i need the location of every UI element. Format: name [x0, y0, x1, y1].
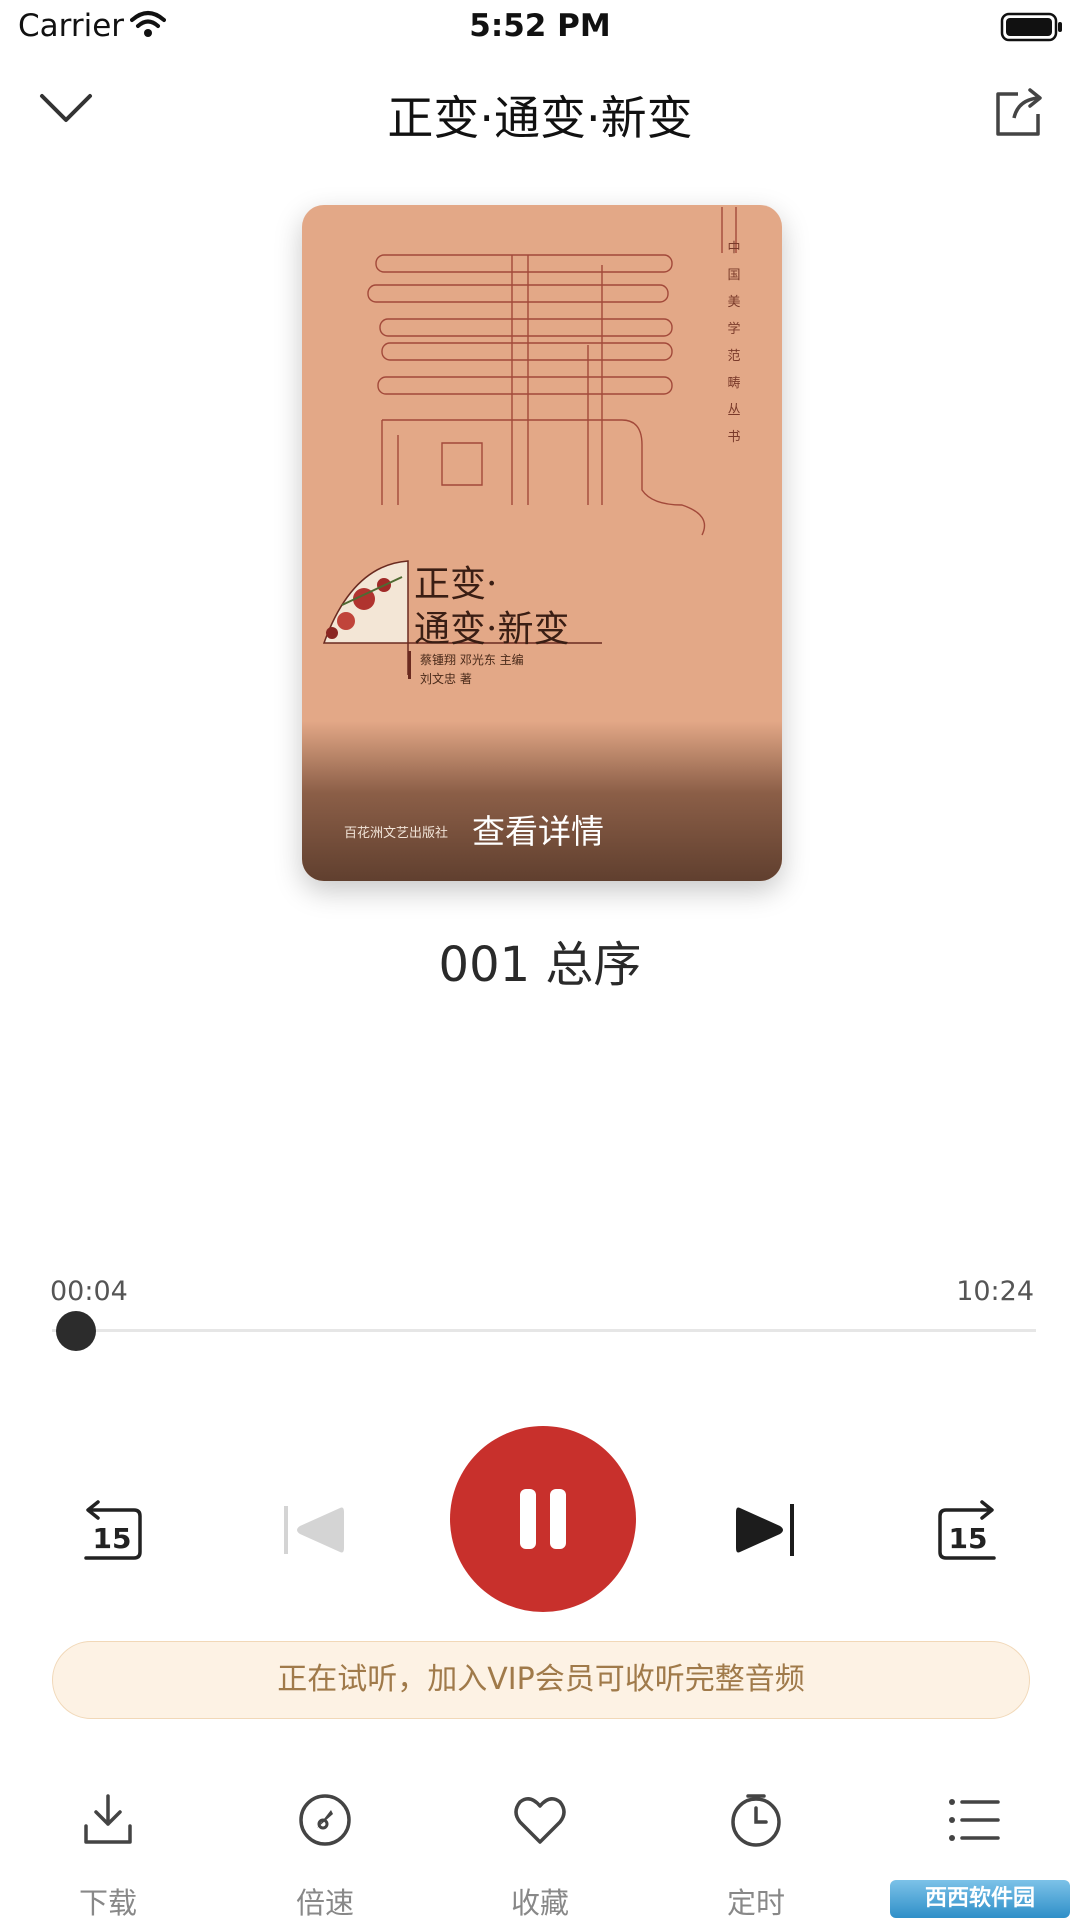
skip-previous-icon [284, 1506, 344, 1554]
book-cover[interactable]: 中国美学范畴丛书 正变· 通变·新变 蔡锺翔 邓光东 主编 刘文忠 著 百花洲文… [302, 205, 782, 881]
track-title: 001 总序 [438, 937, 642, 993]
share-icon [996, 88, 1042, 136]
skip-next-icon [736, 1504, 794, 1556]
download-label: 下载 [78, 1886, 137, 1920]
heart-icon [514, 1797, 566, 1844]
download-button[interactable]: 下载 [38, 1790, 178, 1922]
watermark-logo: 西西软件园 [890, 1880, 1070, 1918]
speedometer-icon [299, 1794, 351, 1846]
forward-15-button[interactable]: 15 [928, 1490, 1008, 1570]
status-bar: Carrier 5:52 PM [0, 0, 1080, 56]
rewind-15-button[interactable]: 15 [72, 1490, 152, 1570]
next-track-button[interactable] [724, 1490, 804, 1570]
forward-15-icon: 15 [938, 1500, 996, 1560]
favorite-button[interactable]: 收藏 [470, 1790, 610, 1922]
battery-icon [1000, 12, 1064, 46]
cover-author: 刘文忠 著 [420, 672, 472, 686]
svg-text:15: 15 [949, 1522, 988, 1555]
progress-knob[interactable] [55, 1311, 96, 1351]
speed-button[interactable]: 倍速 [255, 1790, 395, 1922]
chevron-down-icon [40, 94, 92, 122]
share-button[interactable] [990, 84, 1046, 140]
speed-label: 倍速 [295, 1886, 354, 1920]
vip-trial-banner[interactable]: 正在试听，加入VIP会员可收听完整音频 [52, 1641, 1030, 1719]
current-time: 00:04 [50, 1276, 128, 1307]
timer-label: 定时 [726, 1886, 785, 1920]
favorite-label: 收藏 [510, 1886, 569, 1920]
pause-icon [520, 1489, 536, 1549]
cover-series-text: 中国美学范畴丛书 [727, 241, 741, 445]
svg-text:15: 15 [93, 1522, 132, 1555]
list-icon [949, 1799, 1000, 1841]
view-details-button[interactable]: 查看详情 [472, 805, 604, 853]
timer-button[interactable]: 定时 [686, 1790, 826, 1922]
cover-title-line2: 通变·新变 [414, 609, 570, 650]
download-icon [84, 1794, 132, 1844]
cover-overlay [302, 721, 782, 881]
clock: 5:52 PM [469, 8, 611, 44]
progress-track[interactable] [52, 1329, 1036, 1332]
previous-track-button[interactable] [276, 1490, 356, 1570]
clock-icon [731, 1794, 781, 1847]
pause-button[interactable] [450, 1426, 636, 1612]
cover-editors: 蔡锺翔 邓光东 主编 [420, 653, 524, 667]
cover-publisher: 百花洲文艺出版社 [344, 826, 449, 841]
page-title: 正变·通变·新变 [387, 91, 693, 145]
rewind-15-icon: 15 [84, 1500, 142, 1560]
collapse-button[interactable] [38, 88, 94, 128]
total-time: 10:24 [956, 1276, 1034, 1307]
